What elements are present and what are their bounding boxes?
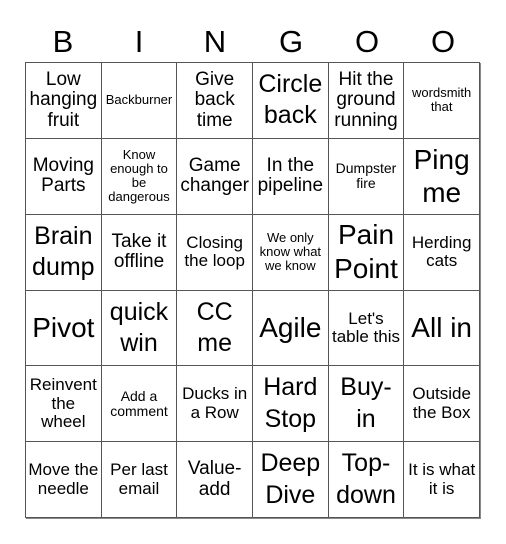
bingo-cell[interactable]: Pain Point — [328, 214, 405, 291]
bingo-cell[interactable]: Hard Stop — [252, 366, 329, 443]
bingo-cell[interactable]: Outside the Box — [404, 366, 480, 443]
header-letter-n: N — [203, 24, 227, 59]
bingo-cell[interactable]: Game changer — [177, 138, 253, 215]
bingo-cell[interactable]: Value-add — [177, 442, 253, 518]
bingo-cell[interactable]: Pivot — [26, 290, 102, 367]
bingo-cell[interactable]: Closing the loop — [177, 214, 253, 291]
bingo-cell[interactable]: Take it offline — [101, 214, 178, 291]
bingo-cell[interactable]: Top-down — [328, 442, 405, 518]
bingo-cell[interactable]: We only know what we know — [252, 214, 329, 291]
bingo-cell[interactable]: quick win — [101, 290, 178, 367]
header-letter-b: B — [52, 24, 74, 59]
bingo-cell[interactable]: Ducks in a Row — [177, 366, 253, 443]
bingo-cell[interactable]: Buy-in — [328, 366, 405, 443]
bingo-cell[interactable]: Circle back — [252, 63, 329, 139]
bingo-cell[interactable]: Backburner — [101, 63, 178, 139]
bingo-cell[interactable]: Herding cats — [404, 214, 480, 291]
bingo-cell[interactable]: Moving Parts — [26, 138, 102, 215]
bingo-cell[interactable]: Reinvent the wheel — [26, 366, 102, 443]
bingo-cell[interactable]: Ping me — [404, 138, 480, 215]
bingo-cell[interactable]: wordsmith that — [404, 63, 480, 139]
bingo-header: B I N G O O — [25, 22, 481, 62]
bingo-cell[interactable]: Dumpster fire — [328, 138, 405, 215]
bingo-cell[interactable]: All in — [404, 290, 480, 367]
header-letter-i: I — [134, 24, 144, 59]
bingo-cell[interactable]: Low hanging fruit — [26, 63, 102, 139]
bingo-cell[interactable]: Give back time — [177, 63, 253, 139]
bingo-cell[interactable]: In the pipeline — [252, 138, 329, 215]
bingo-cell[interactable]: Hit the ground running — [328, 63, 405, 139]
header-letter-o: O — [354, 24, 380, 59]
header-letter-g: G — [278, 24, 304, 59]
bingo-cell[interactable]: Add a comment — [101, 366, 178, 443]
bingo-cell[interactable]: Let's table this — [328, 290, 405, 367]
bingo-cell[interactable]: Deep Dive — [252, 442, 329, 518]
header-letter-o: O — [430, 24, 456, 59]
bingo-cell[interactable]: Move the needle — [26, 442, 102, 518]
bingo-card-grid: Low hanging fruit Backburner Give back t… — [25, 62, 480, 518]
bingo-cell[interactable]: Per last email — [101, 442, 178, 518]
bingo-cell[interactable]: It is what it is — [404, 442, 480, 518]
bingo-cell[interactable]: Brain dump — [26, 214, 102, 291]
bingo-cell[interactable]: Know enough to be dangerous — [101, 138, 178, 215]
bingo-cell[interactable]: CC me — [177, 290, 253, 367]
bingo-cell[interactable]: Agile — [252, 290, 329, 367]
